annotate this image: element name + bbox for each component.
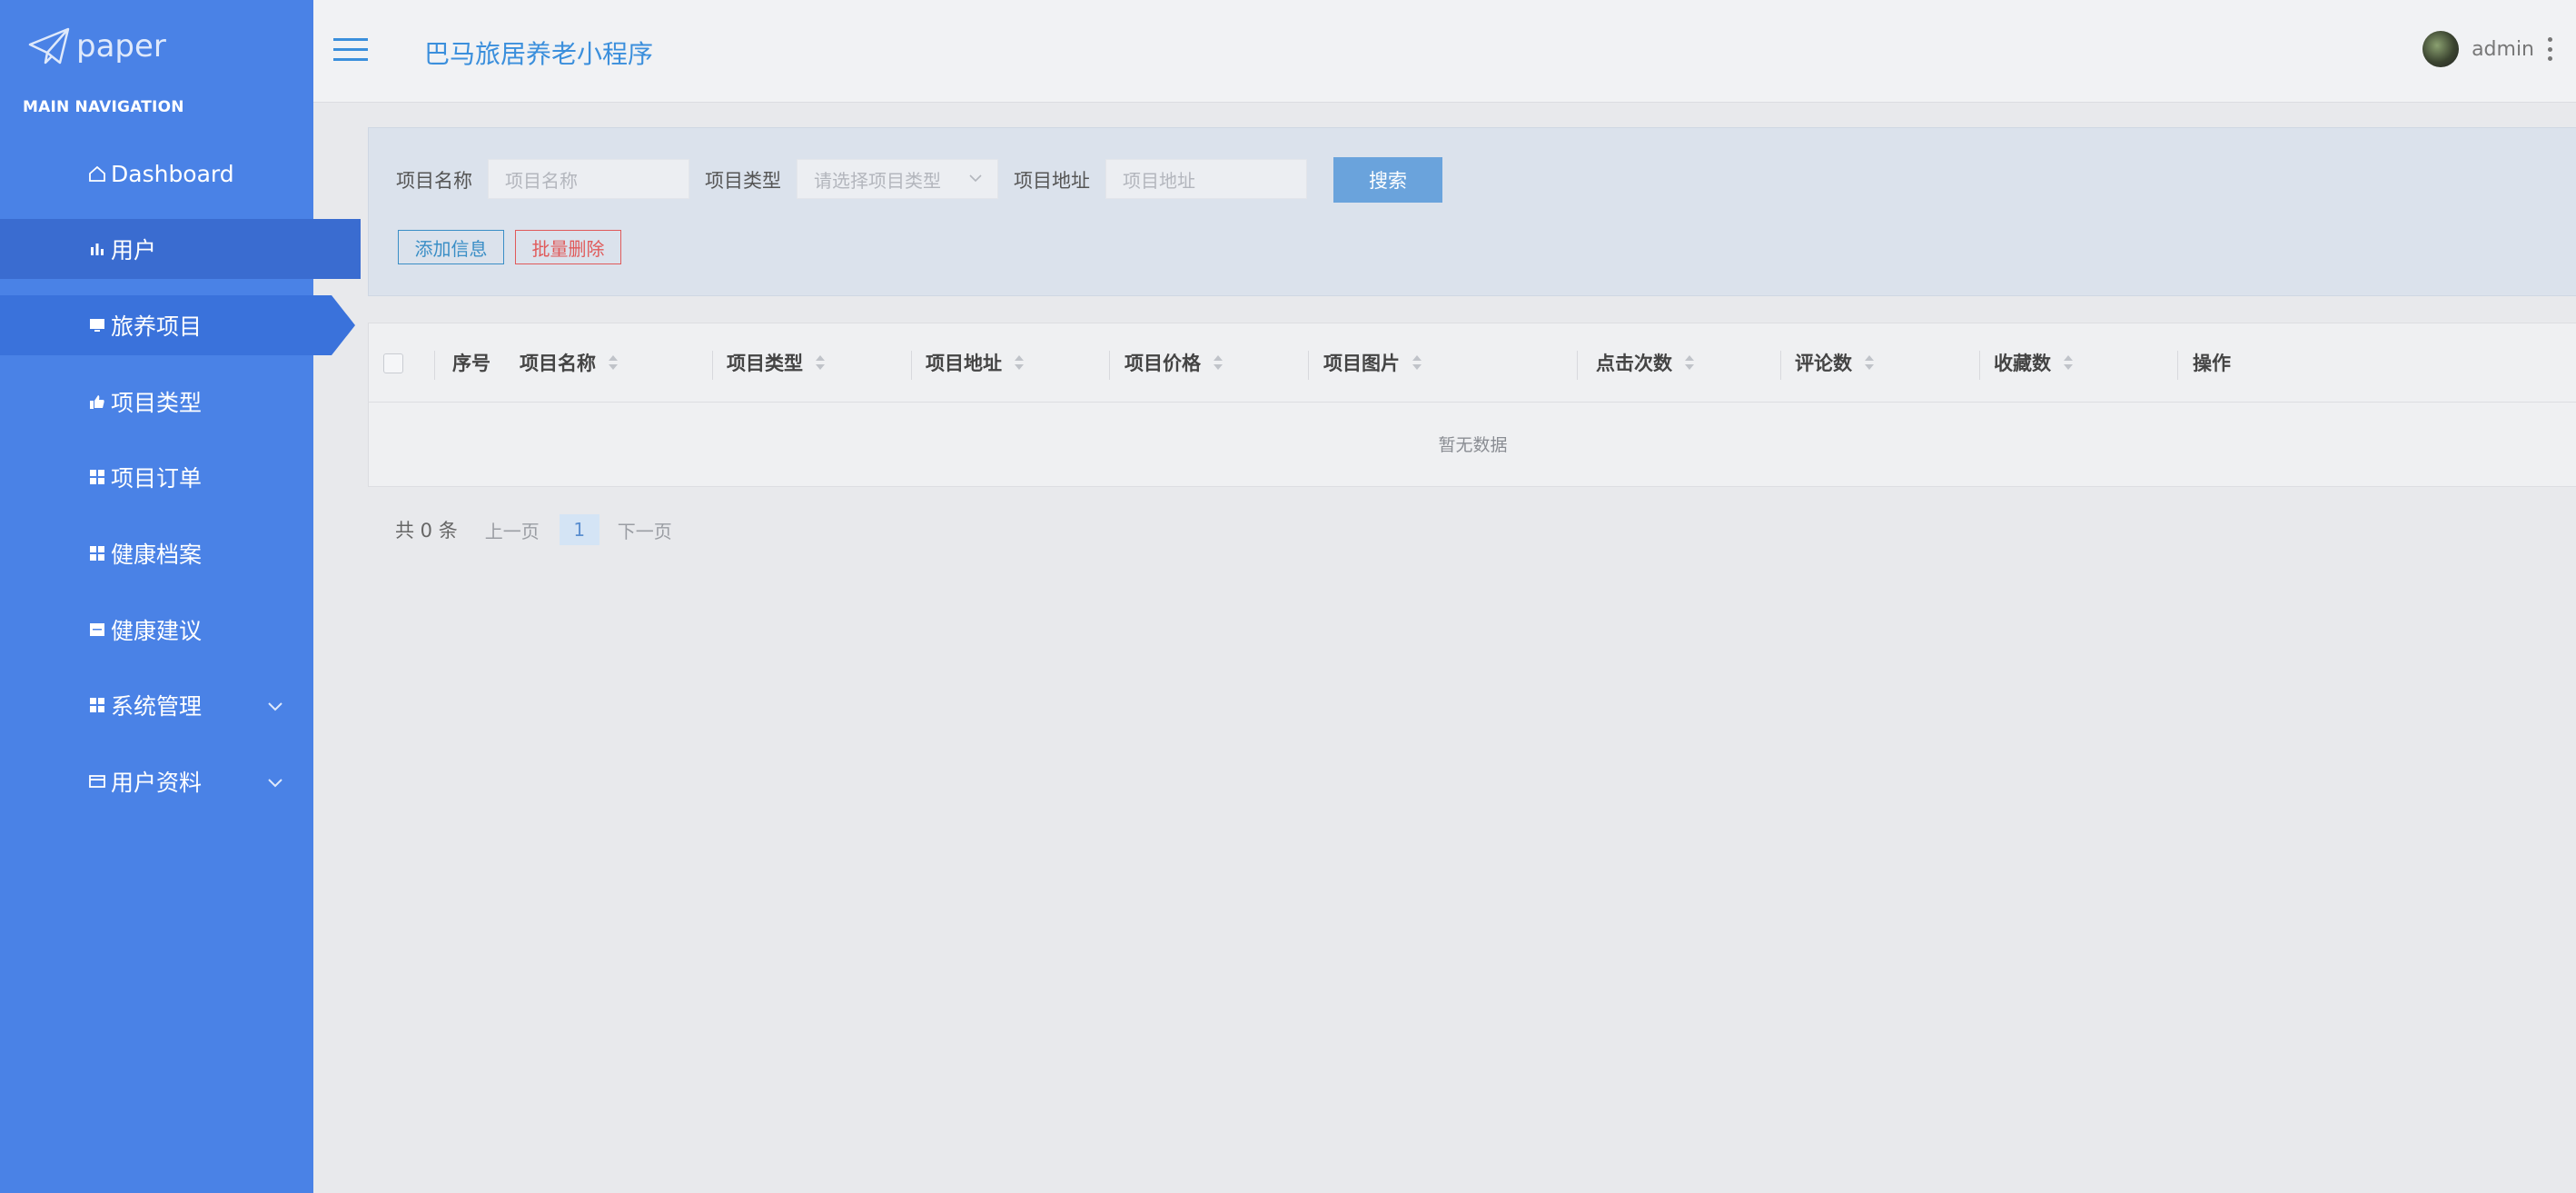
- select-all-checkbox[interactable]: [383, 353, 403, 373]
- sort-icon[interactable]: [1683, 353, 1696, 372]
- sort-icon[interactable]: [1411, 353, 1423, 372]
- bar-chart-icon: [85, 240, 109, 258]
- sort-icon[interactable]: [1013, 353, 1025, 372]
- empty-state: 暂无数据: [1438, 435, 1508, 455]
- sidebar-item-project-orders[interactable]: 项目订单: [0, 447, 313, 507]
- column-header-project-address[interactable]: 项目地址: [926, 323, 1025, 402]
- sidebar: paper MAIN NAVIGATION Dashboard 用户 旅养项目 …: [0, 0, 361, 1193]
- search-button[interactable]: 搜索: [1333, 157, 1442, 203]
- sidebar-item-label: Dashboard: [111, 160, 234, 187]
- sidebar-item-label: 系统管理: [111, 693, 203, 720]
- sort-icon[interactable]: [814, 353, 827, 372]
- column-header-click-count[interactable]: 点击次数: [1596, 323, 1696, 402]
- chevron-down-icon: [966, 169, 985, 192]
- sidebar-item-user-profile[interactable]: 用户资料: [0, 751, 313, 811]
- project-type-select[interactable]: 请选择项目类型: [797, 159, 998, 199]
- project-name-input[interactable]: 项目名称: [488, 159, 689, 199]
- menu-toggle-icon[interactable]: [333, 36, 370, 64]
- project-address-label: 项目地址: [1014, 170, 1090, 192]
- sidebar-item-travel-projects[interactable]: 旅养项目: [0, 295, 355, 355]
- batch-delete-button[interactable]: 批量删除: [515, 230, 621, 264]
- logo: paper: [27, 24, 166, 69]
- project-name-label: 项目名称: [396, 170, 472, 192]
- sidebar-item-project-types[interactable]: 项目类型: [0, 372, 313, 432]
- table-header: 序号 项目名称 项目类型 项目地址 项目价格 项目图片 点击次数 评论数 收藏数…: [369, 323, 2576, 403]
- sidebar-item-users[interactable]: 用户: [0, 219, 361, 279]
- pagination: 共 0 条 上一页 1 下一页: [395, 514, 672, 545]
- chevron-down-icon[interactable]: [265, 771, 285, 798]
- paper-plane-icon: [28, 27, 70, 65]
- grid-icon: [85, 544, 109, 562]
- sidebar-item-label: 健康建议: [111, 618, 203, 644]
- sidebar-item-label: 用户: [111, 237, 157, 263]
- username[interactable]: admin: [2472, 38, 2534, 61]
- column-header-favorite-count[interactable]: 收藏数: [1994, 323, 2075, 402]
- total-count: 共 0 条: [395, 520, 458, 542]
- monitor-icon: [85, 316, 109, 334]
- nav-section-title: MAIN NAVIGATION: [23, 98, 184, 116]
- column-header-actions: 操作: [2193, 353, 2231, 374]
- card-icon: [85, 772, 109, 790]
- top-bar: 巴马旅居养老小程序 admin: [313, 0, 2576, 103]
- chevron-down-icon[interactable]: [265, 695, 285, 721]
- add-button[interactable]: 添加信息: [398, 230, 504, 264]
- sort-icon[interactable]: [607, 353, 619, 372]
- home-icon: [85, 164, 109, 183]
- sidebar-item-dashboard[interactable]: Dashboard: [0, 144, 313, 204]
- column-header-comment-count[interactable]: 评论数: [1795, 323, 1876, 402]
- project-type-placeholder: 请选择项目类型: [814, 169, 941, 192]
- sidebar-item-label: 旅养项目: [111, 313, 203, 340]
- more-vertical-icon[interactable]: [2547, 37, 2552, 61]
- column-header-project-name[interactable]: 项目名称: [520, 323, 619, 402]
- thumbs-up-icon: [85, 393, 109, 411]
- column-header-project-price[interactable]: 项目价格: [1125, 323, 1224, 402]
- sidebar-item-health-records[interactable]: 健康档案: [0, 523, 313, 583]
- sidebar-item-system-management[interactable]: 系统管理: [0, 675, 313, 735]
- avatar[interactable]: [2422, 31, 2460, 67]
- project-address-input[interactable]: 项目地址: [1105, 159, 1307, 199]
- sort-icon[interactable]: [1863, 353, 1876, 372]
- sidebar-item-health-advice[interactable]: 健康建议: [0, 600, 313, 660]
- grid-icon: [85, 468, 109, 486]
- prev-page-button[interactable]: 上一页: [485, 517, 540, 543]
- column-header-project-image[interactable]: 项目图片: [1323, 323, 1423, 402]
- user-menu[interactable]: admin: [2422, 31, 2552, 67]
- column-header-project-type[interactable]: 项目类型: [727, 323, 827, 402]
- project-type-label: 项目类型: [705, 170, 781, 192]
- app-title: 巴马旅居养老小程序: [424, 39, 654, 69]
- sidebar-item-label: 健康档案: [111, 542, 203, 568]
- page-button-current[interactable]: 1: [559, 514, 599, 545]
- search-panel: 项目名称 项目名称 项目类型 请选择项目类型 项目地址 项目地址 搜索 添加信息…: [368, 127, 2576, 296]
- sort-icon[interactable]: [1212, 353, 1224, 372]
- data-table: 序号 项目名称 项目类型 项目地址 项目价格 项目图片 点击次数 评论数 收藏数…: [368, 323, 2576, 487]
- note-icon: [85, 621, 109, 639]
- column-header-index: 序号: [452, 353, 490, 374]
- sidebar-item-label: 项目类型: [111, 390, 203, 416]
- sidebar-item-label: 项目订单: [111, 465, 203, 492]
- next-page-button[interactable]: 下一页: [618, 517, 672, 543]
- sort-icon[interactable]: [2062, 353, 2075, 372]
- grid-icon: [85, 696, 109, 714]
- logo-text: paper: [76, 28, 166, 65]
- sidebar-item-label: 用户资料: [111, 770, 203, 796]
